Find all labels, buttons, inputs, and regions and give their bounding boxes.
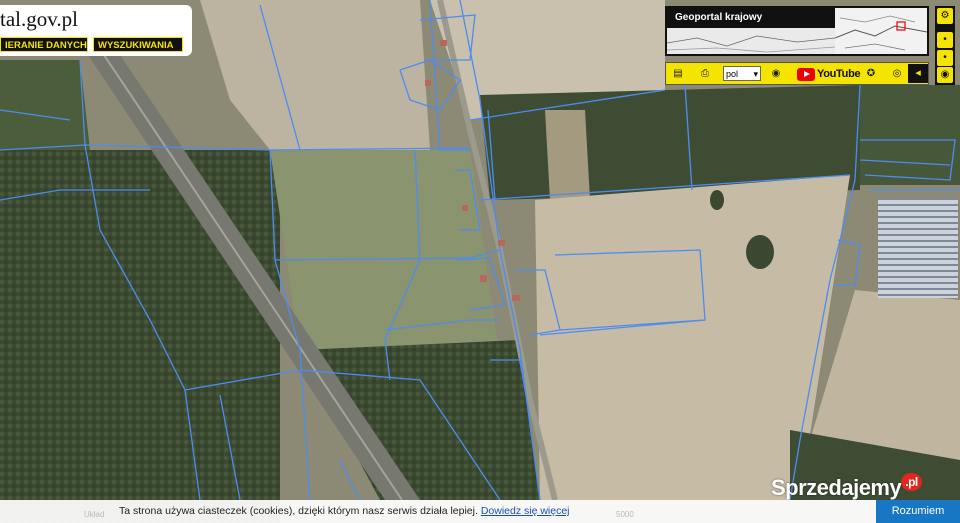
watermark-text: Sprzedajemy: [771, 475, 902, 500]
cookie-message: Ta strona używa ciasteczek (cookies), dz…: [119, 505, 570, 517]
map-toolbar: ▤ ⎙ pol ◉ YouTube ✪ ◎ ◂: [665, 62, 929, 85]
watermark-badge: .pl: [901, 473, 922, 491]
settings-icon[interactable]: ✪: [864, 65, 878, 82]
cookie-accept-button[interactable]: Rozumiem: [876, 500, 960, 523]
printer-icon[interactable]: ⎙: [698, 65, 712, 82]
panel-title: Geoportal krajowy: [667, 8, 835, 28]
forest-west: [0, 150, 280, 523]
solar-farm: [878, 198, 958, 298]
overview-map-thumbnail: [835, 8, 927, 54]
forest-west-north: [0, 60, 90, 150]
tree-clump: [746, 235, 774, 269]
forest-east: [860, 85, 960, 185]
field-strip: [545, 110, 590, 200]
scale-label: 5000: [616, 510, 634, 519]
eye-icon[interactable]: ◎: [890, 65, 904, 82]
eye-icon[interactable]: ◉: [937, 67, 953, 83]
youtube-link[interactable]: YouTube: [797, 66, 861, 82]
meadow: [270, 150, 500, 360]
language-select[interactable]: pol: [723, 66, 761, 81]
info-icon[interactable]: •: [937, 32, 953, 48]
cookie-bar: Układ Ta strona używa ciasteczek (cookie…: [0, 500, 960, 523]
tab-search[interactable]: WYSZUKIWANIA: [93, 37, 183, 52]
cookie-more-link[interactable]: Dowiedz się więcej: [481, 505, 570, 517]
overview-map-strip: [667, 28, 835, 54]
document-icon[interactable]: ▤: [671, 65, 685, 82]
info-icon[interactable]: •: [937, 50, 953, 66]
arrow-left-icon[interactable]: ◂: [908, 64, 928, 83]
site-name: tal.gov.pl: [0, 7, 78, 31]
right-toolbar: ⚙ • • ◉: [935, 6, 955, 85]
globe-icon[interactable]: ◉: [769, 65, 783, 82]
gears-icon[interactable]: ⚙: [937, 8, 953, 24]
coordinate-system-label: Układ: [84, 510, 105, 519]
youtube-label: YouTube: [817, 68, 861, 80]
cookie-text: Ta strona używa ciasteczek (cookies), dz…: [119, 505, 478, 517]
tab-data-download[interactable]: IERANIE DANYCH: [0, 37, 88, 52]
overview-map-panel[interactable]: Geoportal krajowy: [665, 6, 929, 56]
watermark-logo: Sprzedajemy .pl: [771, 473, 922, 501]
youtube-play-icon: [797, 67, 815, 81]
